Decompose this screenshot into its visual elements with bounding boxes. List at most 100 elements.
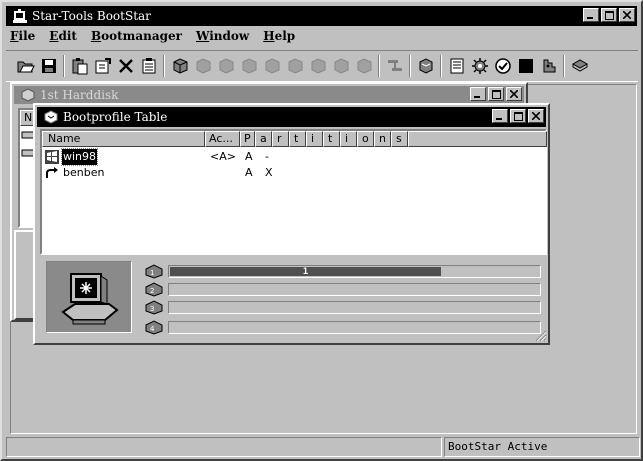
settings-button[interactable] [468,55,491,78]
help-button[interactable] [568,55,591,78]
partition-bar-3[interactable] [168,301,541,314]
puzzle-icon [543,59,555,73]
harddisk-icon [196,58,210,74]
bootprofile-maximize-button[interactable] [510,109,526,123]
harddisk-8-button[interactable] [329,55,352,78]
menu-bootmanager[interactable]: Bootmanager [91,29,182,47]
partition-bar-1-fill: 1 [170,267,441,277]
open-button[interactable] [14,55,37,78]
minimize-icon [587,17,593,19]
svg-text:1: 1 [150,269,154,277]
help-book-icon [571,59,588,72]
col-header-filler [408,131,547,147]
check-button[interactable] [491,55,514,78]
maximize-icon [491,89,501,99]
copy-partition-button[interactable] [383,55,406,78]
puzzle-button[interactable] [537,55,560,78]
harddisk-7-button[interactable] [306,55,329,78]
properties-button[interactable] [91,55,114,78]
harddisk-1-button[interactable] [168,55,191,78]
harddisk-icon [265,58,279,74]
harddisk-icon [242,58,256,74]
row-p: A [245,166,253,179]
harddisk-9-button[interactable] [352,55,375,78]
bootprofile-minimize-button[interactable] [492,109,508,123]
toolbar-separator [409,55,411,77]
moon-button[interactable] [514,55,537,78]
bootprofile-list[interactable]: Name Ac... P a r t i t i o n s win98 <A>… [40,129,547,255]
resize-grip-icon[interactable] [535,330,547,342]
properties-icon [95,58,111,74]
harddisk-5-button[interactable] [260,55,283,78]
menu-bar: File Edit Bootmanager Window Help [10,29,295,47]
harddisk-minimize-button[interactable] [470,87,486,101]
menu-help[interactable]: Help [263,29,295,47]
partition-bar-1[interactable]: 1 [168,265,541,278]
bootprofile-row[interactable]: win98 <A> A - [42,148,547,166]
maximize-button[interactable] [601,8,617,22]
app-title: Star-Tools BootStar [32,9,151,23]
check-icon [494,58,511,74]
partition-panel: 1 1 2 3 4 [40,257,547,341]
menu-file[interactable]: File [10,29,35,47]
toolbar-separator [163,55,165,77]
harddisk-maximize-button[interactable] [488,87,504,101]
partition-bar-2[interactable] [168,283,541,296]
delete-x-icon [118,59,133,73]
col-header-part-7[interactable]: o [357,131,374,147]
row-partition-1: X [265,166,273,179]
harddisk-2-button[interactable] [191,55,214,78]
bootprofile-title: Bootprofile Table [63,110,168,124]
partition-disk-icon: 4 [145,320,163,335]
col-header-part-5[interactable]: t [323,131,340,147]
col-header-part-3[interactable]: t [289,131,306,147]
maximize-icon [604,10,614,20]
delete-button[interactable] [114,55,137,78]
bootprofile-row[interactable]: benben A X [42,165,547,181]
bootprofile-title-bar[interactable]: Bootprofile Table [37,107,546,127]
svg-text:4: 4 [150,325,155,333]
minimize-button[interactable] [583,8,599,22]
col-header-part-2[interactable]: r [272,131,289,147]
col-header-active[interactable]: Ac... [205,131,240,147]
harddisk-title-bar[interactable]: 1st Harddisk [14,86,524,104]
disk-stack-button[interactable] [414,55,437,78]
partition-disk-icon: 2 [145,282,163,297]
col-header-part-4[interactable]: i [306,131,323,147]
save-button[interactable] [37,55,60,78]
report-button[interactable] [445,55,468,78]
app-title-bar[interactable]: Star-Tools BootStar [6,6,637,26]
col-header-part-1[interactable]: a [255,131,272,147]
row-name-selected: win98 [60,148,99,166]
bootprofile-close-button[interactable] [528,109,544,123]
close-button[interactable] [619,8,635,22]
windows-os-icon [45,150,59,164]
harddisk-4-button[interactable] [237,55,260,78]
new-button[interactable] [137,55,160,78]
status-bar: BootStar Active [6,436,640,458]
new-document-icon [142,58,155,74]
menu-window[interactable]: Window [196,29,249,47]
col-header-part-6[interactable]: i [340,131,357,147]
toolbar-separator [378,55,380,77]
col-header-part-8[interactable]: n [374,131,391,147]
toolbar-separator [563,55,565,77]
row-partition-1: - [265,150,269,163]
harddisk-icon [357,58,371,74]
harddisk-close-button[interactable] [506,87,522,101]
harddisk-icon [311,58,325,74]
bootprofile-window[interactable]: Bootprofile Table Name Ac... P a r t i t… [33,103,550,345]
harddisk-3-button[interactable] [214,55,237,78]
report-icon [450,58,463,74]
partition-bar-4[interactable] [168,321,541,334]
col-header-p[interactable]: P [240,131,255,147]
harddisk-icon [288,58,302,74]
harddisk-6-button[interactable] [283,55,306,78]
menu-edit[interactable]: Edit [49,29,77,47]
minimize-icon [474,96,480,98]
col-header-name[interactable]: Name [42,131,205,147]
redirect-arrow-icon [46,167,58,178]
paste-button[interactable] [68,55,91,78]
col-header-part-9[interactable]: s [391,131,408,147]
moon-icon [518,59,533,73]
